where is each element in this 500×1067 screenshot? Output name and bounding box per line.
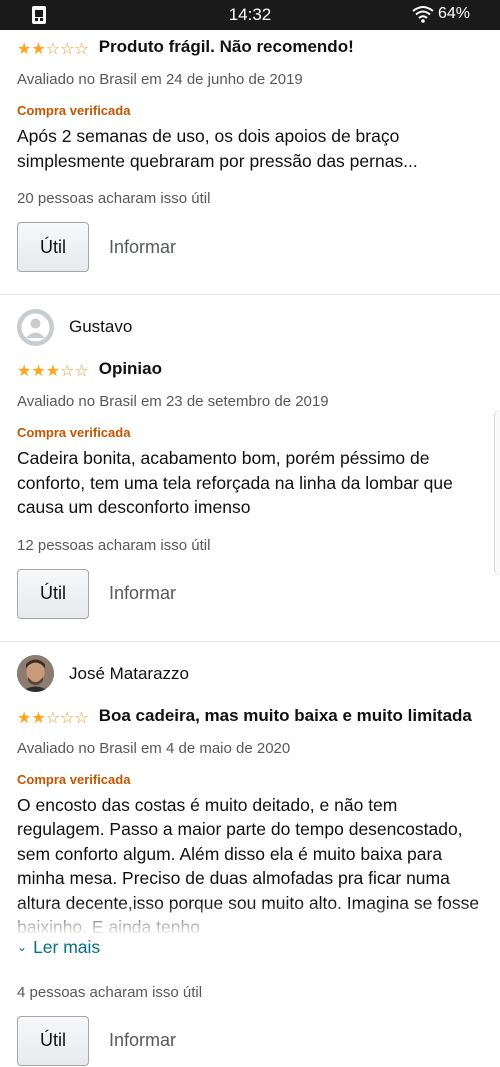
- star-rating-3: ★★★☆☆: [17, 359, 89, 384]
- star-empty-icon: ☆: [60, 41, 75, 58]
- star-empty-icon: ☆: [74, 709, 89, 727]
- star-empty-icon: ☆: [74, 41, 89, 58]
- avatar-photo-icon: [17, 655, 54, 692]
- star-empty-icon: ☆: [45, 709, 61, 727]
- review-2: Gustavo ★★★☆☆ Opiniao Avaliado no Brasil …: [0, 299, 500, 642]
- review-1: ★★☆☆☆ Produto frágil. Não recomendo! Aval…: [0, 30, 500, 295]
- helpful-button[interactable]: Útil: [17, 1015, 89, 1066]
- star-full-icon: ★: [17, 709, 32, 727]
- reviewer-profile[interactable]: Gustavo: [17, 299, 487, 355]
- review-3: José Matarazzo ★★☆☆☆ Boa cadeira, mas mui…: [17, 646, 487, 1067]
- review-title-row: ★★☆☆☆ Produto frágil. Não recomendo!: [17, 35, 487, 62]
- review-body: Após 2 semanas de uso, os dois apoios de…: [17, 126, 418, 171]
- star-rating-2: ★★☆☆☆: [17, 706, 89, 731]
- report-link[interactable]: Informar: [109, 583, 176, 604]
- star-empty-icon: ☆: [60, 709, 75, 727]
- divider: [0, 294, 500, 295]
- review-actions: Útil Informar: [17, 568, 487, 620]
- review-body: O encosto das costas é muito deitado, e …: [17, 794, 480, 936]
- review-actions: Útil Informar: [17, 1015, 487, 1067]
- review-title[interactable]: Produto frágil. Não recomendo!: [99, 37, 354, 56]
- review-actions: Útil Informar: [17, 221, 487, 273]
- star-full-icon: ★: [31, 363, 46, 380]
- read-more-label: Ler mais: [33, 936, 101, 957]
- verified-purchase-badge: Compra verificada: [17, 103, 131, 118]
- star-empty-icon: ☆: [60, 363, 75, 380]
- review-title-row: ★★★☆☆ Opiniao: [17, 357, 487, 384]
- review-body-truncated: O encosto das costas é muito deitado, e …: [17, 789, 487, 936]
- review-title[interactable]: Opiniao: [99, 359, 162, 378]
- helpful-count: 20 pessoas acharam isso útil: [17, 190, 211, 207]
- star-empty-icon: ☆: [74, 363, 89, 380]
- review-title[interactable]: Boa cadeira, mas muito baixa e muito lim…: [99, 706, 472, 725]
- review-body: Cadeira bonita, acabamento bom, porém pé…: [17, 448, 453, 517]
- star-full-icon: ★: [17, 41, 32, 58]
- wifi-icon: [412, 6, 434, 23]
- star-rating-2: ★★☆☆☆: [17, 37, 89, 62]
- star-full-icon: ★: [17, 363, 32, 380]
- reviews-list: ★★☆☆☆ Produto frágil. Não recomendo! Aval…: [0, 30, 500, 1067]
- report-link[interactable]: Informar: [109, 1030, 176, 1051]
- avatar-default-icon: [17, 308, 54, 346]
- reviewer-name[interactable]: Gustavo: [69, 317, 132, 337]
- chevron-down-icon: ⌄: [17, 939, 28, 954]
- divider: [0, 640, 500, 642]
- verified-purchase-badge: Compra verificada: [17, 425, 131, 440]
- battery-level: 64%: [437, 5, 470, 22]
- reviewer-name[interactable]: José Matarazzo: [69, 664, 189, 684]
- review-date: Avaliado no Brasil em 24 de junho de 201…: [17, 71, 303, 88]
- helpful-button[interactable]: Útil: [17, 222, 89, 272]
- review-date: Avaliado no Brasil em 23 de setembro de …: [17, 393, 329, 410]
- reviewer-profile[interactable]: José Matarazzo: [17, 646, 487, 702]
- status-right: 64%: [412, 5, 470, 23]
- verified-purchase-badge: Compra verificada: [17, 771, 131, 787]
- helpful-count: 4 pessoas acharam isso útil: [17, 983, 203, 1001]
- status-bar: 14:32 64%: [0, 0, 500, 30]
- review-title-row: ★★☆☆☆ Boa cadeira, mas muito baixa e muit…: [17, 704, 487, 731]
- star-full-icon: ★: [31, 41, 46, 58]
- star-empty-icon: ☆: [45, 41, 61, 58]
- read-more-link[interactable]: ⌄ Ler mais: [17, 936, 487, 958]
- helpful-count: 12 pessoas acharam isso útil: [17, 536, 211, 554]
- review-date: Avaliado no Brasil em 4 de maio de 2020: [17, 739, 291, 757]
- helpful-button[interactable]: Útil: [17, 568, 89, 619]
- star-full-icon: ★: [45, 363, 61, 380]
- report-link[interactable]: Informar: [109, 237, 176, 258]
- scroll-handle[interactable]: [494, 410, 500, 575]
- star-full-icon: ★: [31, 709, 46, 727]
